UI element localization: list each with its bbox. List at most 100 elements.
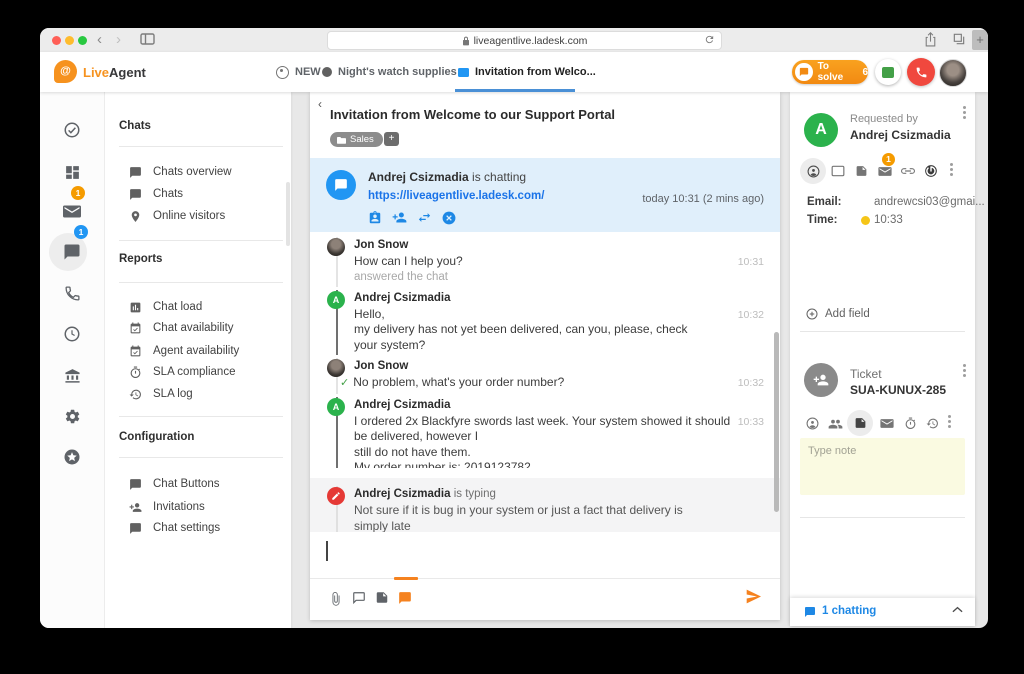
rail-item-dashboard[interactable] [40, 154, 104, 190]
to-solve-count: 6 [862, 66, 868, 78]
menu-item-chat-availability[interactable]: Chat availability [129, 318, 234, 338]
menu-item-label: Chat settings [153, 522, 221, 534]
minimize-window-button[interactable] [65, 36, 74, 45]
chat-scrollbar[interactable] [774, 332, 779, 512]
rail-item-calls[interactable] [40, 275, 104, 311]
divider [800, 331, 965, 332]
add-field-label: Add field [825, 308, 870, 320]
ticket-menu-icon[interactable] [963, 364, 967, 380]
share-icon[interactable] [924, 32, 937, 47]
browser-back-button[interactable]: ‹ [97, 29, 102, 51]
people-icon[interactable] [825, 413, 845, 433]
note-input[interactable]: Type note [800, 438, 965, 495]
invite-person-icon[interactable] [392, 211, 407, 225]
rail-item-tickets[interactable] [40, 193, 104, 229]
menu-item-sla-log[interactable]: SLA log [129, 384, 193, 404]
person-add-icon [129, 502, 142, 512]
close-window-button[interactable] [52, 36, 61, 45]
add-tag-button[interactable]: + [384, 132, 399, 146]
chats-badge: 1 [74, 225, 88, 239]
chatting-status-bar: 1 chatting [790, 598, 975, 626]
user-avatar[interactable] [939, 59, 967, 87]
menu-item-invitations[interactable]: Invitations [129, 497, 205, 517]
rail-item-billing[interactable] [40, 357, 104, 393]
typing-status-text: is typing [450, 488, 496, 500]
check-circle-icon [64, 122, 80, 138]
status-flag-button[interactable] [875, 59, 901, 85]
note-icon[interactable] [847, 410, 873, 436]
gravatar-icon[interactable] [921, 161, 941, 181]
menu-item-label: SLA log [153, 388, 193, 400]
email-value: andrewcsi03@gmai... [874, 196, 985, 208]
chevron-up-icon[interactable] [952, 606, 963, 613]
menu-item-chat-buttons[interactable]: Chat Buttons [129, 474, 219, 494]
typing-text: Not sure if it is bug in your system or … [354, 503, 683, 533]
chart-icon [130, 302, 141, 312]
mail-icon[interactable] [877, 413, 897, 433]
image-icon[interactable] [851, 161, 871, 181]
rail-item-chats[interactable] [40, 234, 104, 270]
stopwatch-icon[interactable] [900, 413, 920, 433]
tab-invitation[interactable]: Invitation from Welco... [458, 52, 596, 92]
rail-item-time[interactable] [40, 316, 104, 352]
contact-icon-row: 1 [790, 153, 975, 185]
menu-item-chats-overview[interactable]: Chats overview [129, 162, 232, 182]
divider [119, 146, 283, 147]
details-panel: A Requested by Andrej Csizmadia 1 Email:… [790, 92, 985, 626]
message: A Andrej Csizmadia I ordered 2x Blackfyr… [310, 396, 780, 468]
menu-scrollbar[interactable] [286, 182, 290, 246]
card-icon[interactable] [828, 161, 848, 181]
transfer-icon[interactable] [417, 211, 432, 225]
menu-item-chat-load[interactable]: Chat load [129, 297, 202, 317]
canned-message-icon[interactable] [375, 591, 389, 604]
department-tag[interactable]: Sales [330, 132, 383, 147]
person-icon[interactable] [802, 413, 822, 433]
tabs-overview-icon[interactable] [952, 32, 966, 46]
person-icon[interactable] [800, 158, 826, 184]
back-button[interactable]: ‹ [318, 97, 322, 111]
menu-item-label: Chat Buttons [153, 478, 220, 490]
more-ticket-tools-icon[interactable] [948, 415, 952, 431]
browser-forward-button[interactable]: › [116, 29, 121, 51]
chat-icon [130, 188, 141, 200]
requester-menu-icon[interactable] [963, 106, 967, 122]
reply-input[interactable] [310, 532, 780, 578]
chat-icon [130, 522, 141, 534]
contact-card-icon[interactable] [368, 211, 382, 225]
rail-item-resolve[interactable] [40, 112, 104, 148]
active-tool-indicator [394, 577, 418, 580]
zoom-window-button[interactable] [78, 36, 87, 45]
attach-file-icon[interactable] [329, 591, 343, 607]
tab-nights-watch[interactable]: Night's watch supplies [322, 52, 457, 92]
brand-live: Live [83, 65, 110, 80]
tickets-badge: 1 [71, 186, 85, 200]
menu-item-chat-settings[interactable]: Chat settings [129, 518, 220, 538]
new-tab-button[interactable]: + [972, 30, 988, 50]
message: Jon Snow How can I help you? answered th… [310, 237, 780, 287]
menu-item-agent-availability[interactable]: Agent availability [129, 341, 239, 361]
add-field-button[interactable]: Add field [806, 308, 870, 320]
message-time: 10:31 [737, 256, 764, 268]
to-solve-button[interactable]: To solve 6 [792, 60, 868, 84]
link-icon[interactable] [898, 161, 918, 181]
send-button[interactable] [745, 589, 762, 604]
close-chat-icon[interactable] [442, 211, 456, 225]
menu-item-chats[interactable]: Chats [129, 184, 183, 204]
address-bar[interactable]: liveagentlive.ladesk.com [327, 31, 722, 50]
rail-item-settings[interactable] [40, 398, 104, 434]
more-contact-tools-icon[interactable] [950, 163, 954, 179]
tab-new[interactable]: NEW [276, 52, 321, 92]
chat-outline-icon[interactable] [352, 591, 366, 605]
sidebar-toggle-icon[interactable] [140, 33, 155, 45]
refresh-icon[interactable] [704, 34, 715, 45]
visitor-url-link[interactable]: https://liveagentlive.ladesk.com/ [368, 190, 544, 202]
menu-item-online-visitors[interactable]: Online visitors [129, 206, 225, 226]
message-time: 10:32 [737, 308, 764, 321]
chat-reply-mode-icon[interactable] [398, 591, 412, 605]
history-icon[interactable] [922, 413, 942, 433]
menu-item-sla-compliance[interactable]: SLA compliance [129, 362, 235, 382]
call-button[interactable] [907, 58, 935, 86]
message-time: 10:33 [737, 415, 764, 428]
brand-name: LiveAgent [83, 65, 146, 80]
rail-item-addons[interactable] [40, 439, 104, 475]
